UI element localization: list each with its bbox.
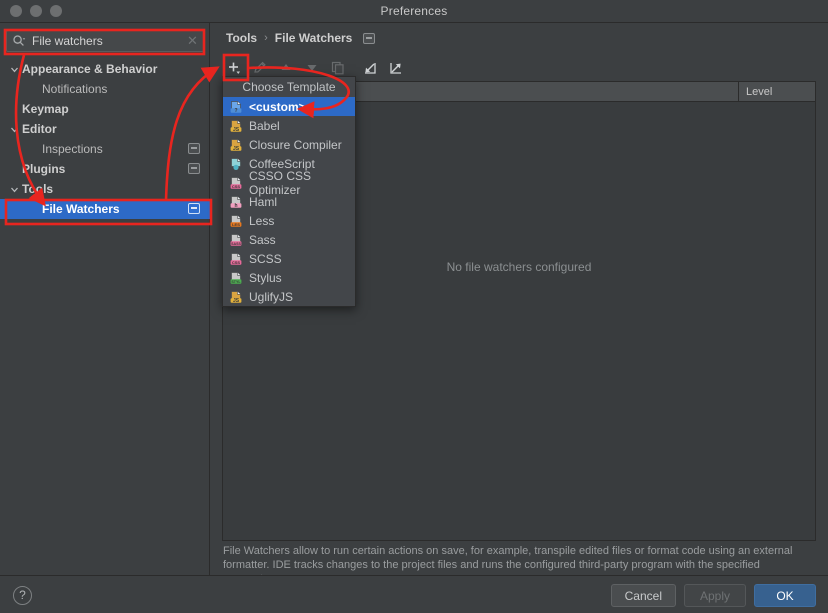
- template-file-icon: CSS: [229, 252, 243, 266]
- column-header-level[interactable]: Level: [738, 82, 815, 101]
- template-file-icon: SASS: [229, 233, 243, 247]
- sidebar-item-file-watchers[interactable]: File Watchers: [0, 199, 210, 219]
- breadcrumb-leaf: File Watchers: [274, 31, 353, 45]
- ok-button[interactable]: OK: [754, 584, 816, 607]
- svg-text:STYL: STYL: [231, 279, 241, 283]
- template-file-icon: STYL: [229, 271, 243, 285]
- export-button[interactable]: [384, 57, 408, 79]
- sidebar-item-editor[interactable]: Editor: [0, 119, 210, 139]
- sidebar-item-label: Plugins: [22, 162, 66, 176]
- svg-text:CSS: CSS: [232, 183, 241, 188]
- help-button[interactable]: ?: [13, 586, 32, 605]
- breadcrumb-root[interactable]: Tools: [226, 31, 257, 45]
- sidebar-item-label: Inspections: [42, 142, 103, 156]
- sidebar-item-inspections[interactable]: Inspections: [0, 139, 210, 159]
- popup-title: Choose Template: [242, 80, 336, 94]
- sidebar-item-label: Notifications: [42, 82, 108, 96]
- scope-badge-icon: [363, 32, 376, 44]
- svg-text:?: ?: [234, 107, 237, 113]
- template-file-icon: h: [229, 195, 243, 209]
- template-item[interactable]: LES Less: [223, 211, 355, 230]
- template-file-icon: CSS: [229, 176, 243, 190]
- breadcrumb: Tools › File Watchers: [226, 31, 376, 45]
- sidebar-item-label: Editor: [22, 122, 57, 136]
- preferences-window: Preferences ✕ Appearance & Behavior Notif…: [0, 0, 828, 613]
- svg-text:CSS: CSS: [232, 259, 241, 264]
- template-file-icon: LES: [229, 214, 243, 228]
- apply-button: Apply: [684, 584, 746, 607]
- template-item[interactable]: JS Closure Compiler: [223, 135, 355, 154]
- chevron-down-icon: [8, 123, 20, 135]
- breadcrumb-separator: ›: [264, 32, 268, 44]
- sidebar-item-plugins[interactable]: Plugins: [0, 159, 210, 179]
- scope-badge-icon: [188, 203, 200, 214]
- svg-text:JS: JS: [233, 126, 240, 132]
- template-item-label: Less: [249, 213, 275, 228]
- template-item-label: Haml: [249, 194, 278, 209]
- template-item-label: <custom>: [249, 99, 306, 114]
- template-item-label: Closure Compiler: [249, 137, 342, 152]
- template-item-label: Babel: [249, 118, 280, 133]
- scope-badge-icon: [188, 163, 200, 174]
- template-item-label: Sass: [249, 232, 276, 247]
- template-item[interactable]: STYL Stylus: [223, 268, 355, 287]
- search-input[interactable]: [32, 34, 187, 48]
- svg-text:h: h: [234, 202, 237, 208]
- choose-template-popup: Choose Template ? <custom> JS Babel JS Closur…: [222, 76, 356, 307]
- template-item[interactable]: JS UglifyJS: [223, 287, 355, 306]
- title-bar: Preferences: [0, 0, 828, 23]
- template-item[interactable]: CSS CSSO CSS Optimizer: [223, 169, 355, 197]
- settings-tree: Appearance & Behavior Notifications Keymap…: [0, 59, 210, 219]
- template-item[interactable]: SASS Sass: [223, 230, 355, 249]
- chevron-down-icon: [8, 63, 20, 75]
- template-item[interactable]: ? <custom>: [223, 97, 355, 116]
- sidebar-item-appearance-behavior[interactable]: Appearance & Behavior: [0, 59, 210, 79]
- sidebar-item-tools[interactable]: Tools: [0, 179, 210, 199]
- search-icon: [12, 34, 26, 48]
- template-file-icon: ?: [229, 100, 243, 114]
- import-button[interactable]: [358, 57, 382, 79]
- template-file-icon: JS: [229, 138, 243, 152]
- sidebar-item-label: Tools: [22, 182, 54, 196]
- template-item-label: SCSS: [249, 251, 282, 266]
- template-item-label: CSSO CSS Optimizer: [249, 168, 312, 197]
- template-file-icon: JS: [229, 119, 243, 133]
- sidebar-item-notifications[interactable]: Notifications: [0, 79, 210, 99]
- template-item[interactable]: JS Babel: [223, 116, 355, 135]
- template-item-label: Stylus: [249, 270, 282, 285]
- svg-text:JS: JS: [233, 145, 240, 151]
- sidebar-item-label: Appearance & Behavior: [22, 62, 158, 76]
- svg-text:SASS: SASS: [231, 241, 241, 245]
- chevron-down-icon: [8, 183, 20, 195]
- dialog-footer: ? Cancel Apply OK: [0, 575, 828, 613]
- sidebar-item-label: Keymap: [22, 102, 69, 116]
- template-item-label: UglifyJS: [249, 289, 294, 304]
- sidebar-item-label: File Watchers: [42, 202, 120, 216]
- template-list: ? <custom> JS Babel JS Closure Compiler Coffee…: [223, 97, 355, 306]
- sidebar-item-keymap[interactable]: Keymap: [0, 99, 210, 119]
- template-file-icon: [229, 157, 243, 171]
- cancel-button[interactable]: Cancel: [610, 584, 676, 607]
- template-file-icon: JS: [229, 290, 243, 304]
- search-box[interactable]: ✕: [6, 30, 204, 52]
- svg-text:JS: JS: [233, 297, 240, 303]
- template-item[interactable]: CSS SCSS: [223, 249, 355, 268]
- clear-icon[interactable]: ✕: [187, 33, 198, 49]
- window-title: Preferences: [380, 4, 448, 18]
- footer-buttons: Cancel Apply OK: [610, 584, 816, 607]
- svg-text:LES: LES: [232, 221, 240, 226]
- settings-sidebar: ✕ Appearance & Behavior Notifications Keym…: [0, 23, 210, 575]
- scope-badge-icon: [188, 143, 200, 154]
